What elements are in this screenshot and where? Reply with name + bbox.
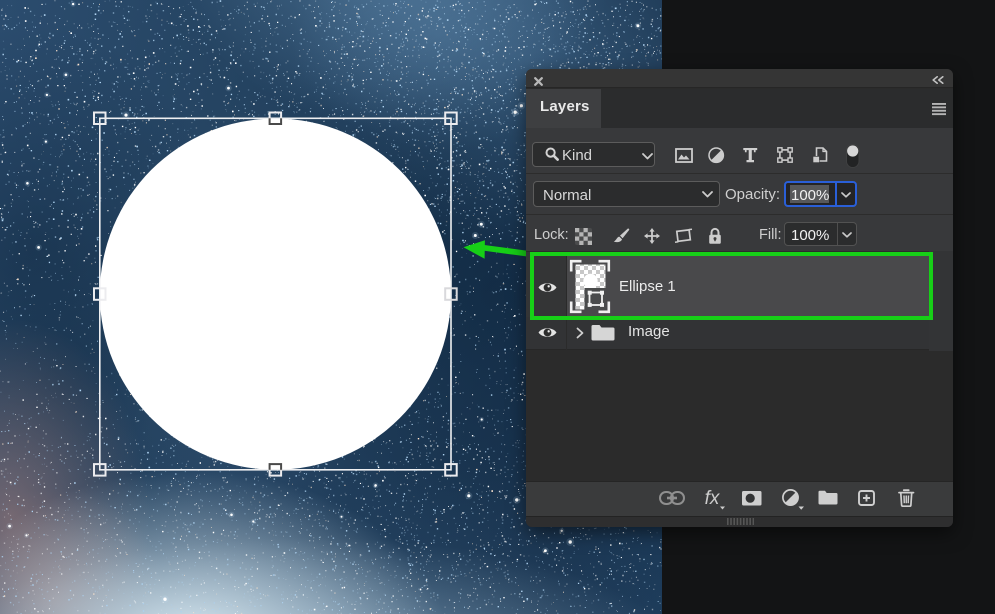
svg-text:fx: fx [705, 488, 721, 509]
